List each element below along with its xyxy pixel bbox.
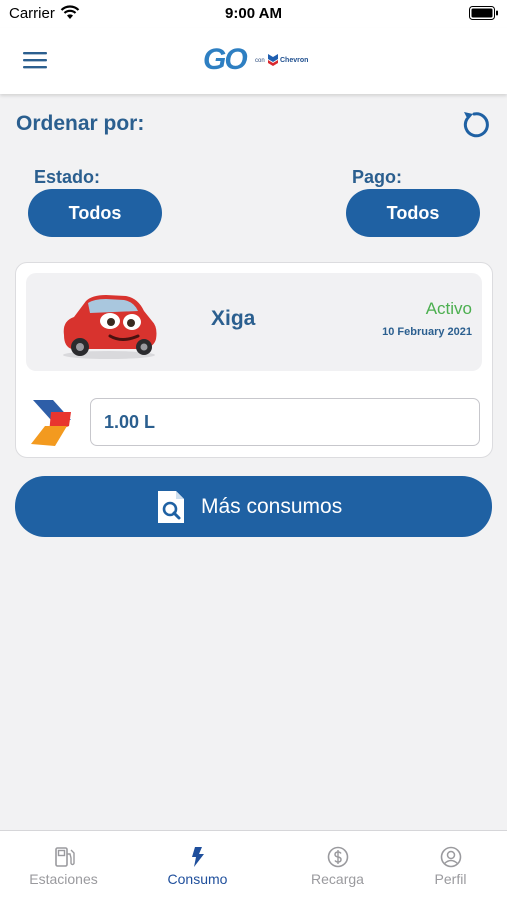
chevron-logo-icon xyxy=(268,54,278,66)
vehicle-date: 10 February 2021 xyxy=(382,326,472,338)
vehicle-card[interactable]: Xiga Activo 10 February 2021 1.00 L xyxy=(15,262,493,458)
tab-label: Perfil xyxy=(434,871,467,887)
nav-bar: GO con Chevron xyxy=(0,28,507,94)
estado-label: Estado: xyxy=(34,167,101,187)
user-circle-icon xyxy=(440,846,461,868)
tab-bar: Estaciones Consumo Recarga Perfil xyxy=(0,830,507,901)
status-bar: Carrier 9:00 AM xyxy=(0,0,507,28)
logo-go-text: GO xyxy=(203,43,248,76)
tab-estaciones[interactable]: Estaciones xyxy=(0,831,127,901)
fuel-pump-icon xyxy=(54,847,75,867)
dollar-circle-icon xyxy=(327,846,348,868)
tab-label: Estaciones xyxy=(29,871,98,887)
tab-label: Recarga xyxy=(311,871,364,887)
tab-label: Consumo xyxy=(167,871,228,887)
battery-icon xyxy=(469,6,498,20)
more-consumption-label: Más consumos xyxy=(201,495,343,518)
clock: 9:00 AM xyxy=(225,5,282,22)
sort-title: Ordenar por: xyxy=(16,112,145,135)
estado-filter-button[interactable]: Todos xyxy=(28,189,162,237)
vehicle-status: Activo xyxy=(425,299,472,318)
tab-perfil[interactable]: Perfil xyxy=(387,831,507,901)
logo-con-text: con xyxy=(255,58,265,64)
document-search-icon xyxy=(158,491,184,523)
tab-consumo[interactable]: Consumo xyxy=(134,831,261,901)
car-icon xyxy=(63,295,157,359)
more-consumption-button[interactable]: Más consumos xyxy=(15,476,492,537)
app-logo: GO con Chevron xyxy=(203,43,315,77)
pago-filter-button[interactable]: Todos xyxy=(346,189,480,237)
tab-recarga[interactable]: Recarga xyxy=(274,831,401,901)
liters-field[interactable]: 1.00 L xyxy=(90,398,480,446)
pago-label: Pago: xyxy=(352,167,403,187)
vehicle-card-header: Xiga Activo 10 February 2021 xyxy=(26,273,482,371)
lightning-icon xyxy=(191,847,204,867)
refresh-icon[interactable] xyxy=(458,108,490,140)
logo-brand-text: Chevron xyxy=(280,57,309,64)
fuel-brand-icon xyxy=(31,400,71,446)
vehicle-name: Xiga xyxy=(211,307,256,330)
menu-icon[interactable] xyxy=(22,49,48,71)
